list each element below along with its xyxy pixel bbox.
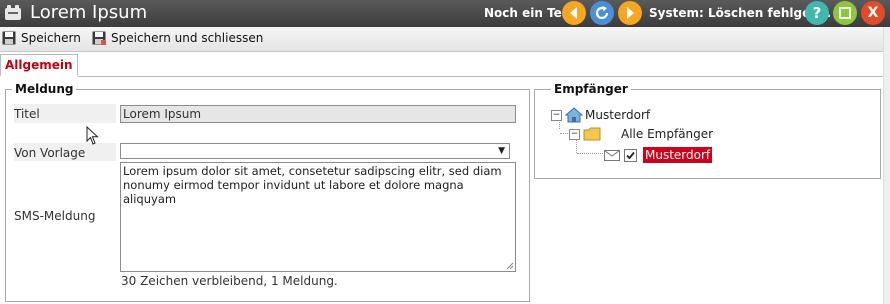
- meldung-legend: Meldung: [12, 82, 77, 96]
- save-close-icon: [92, 31, 106, 45]
- sms-textarea[interactable]: Lorem ipsum dolor sit amet, consetetur s…: [120, 162, 516, 272]
- back-button[interactable]: [562, 1, 586, 25]
- maximize-icon: [839, 7, 851, 19]
- tree-root-label[interactable]: Musterdorf: [585, 108, 650, 122]
- toolbar: Speichern Speichern und schliessen: [0, 27, 890, 52]
- tab-allgemein[interactable]: Allgemein: [0, 54, 78, 77]
- save-disk-icon: [2, 31, 16, 45]
- titel-label: Titel: [14, 107, 40, 121]
- collapse-icon[interactable]: −: [551, 109, 562, 121]
- help-button[interactable]: ?: [805, 1, 829, 25]
- folder-icon: [583, 127, 601, 141]
- envelope-icon: [604, 149, 620, 161]
- close-icon: X: [867, 5, 879, 21]
- save-label: Speichern: [21, 31, 81, 45]
- resize-grip-icon[interactable]: [506, 262, 514, 270]
- sms-text: Lorem ipsum dolor sit amet, consetetur s…: [123, 164, 502, 206]
- vorlage-select[interactable]: ▼: [120, 143, 510, 159]
- close-button[interactable]: X: [861, 1, 885, 25]
- help-icon: ?: [812, 4, 822, 22]
- mouse-pointer-icon: [86, 126, 99, 145]
- vertical-scrollbar[interactable]: [883, 27, 890, 304]
- app-window-icon: [5, 5, 21, 20]
- save-button[interactable]: Speichern: [2, 31, 81, 45]
- chevron-down-icon: ▼: [498, 146, 505, 156]
- home-icon: [565, 107, 583, 123]
- forward-arrow-icon: [627, 7, 634, 19]
- tab-strip: Allgemein: [0, 52, 890, 77]
- forward-button[interactable]: [618, 1, 642, 25]
- title-bar: Lorem Ipsum Noch ein Test System: Lösche…: [0, 0, 890, 27]
- window-title: Lorem Ipsum: [30, 2, 148, 23]
- character-counter: 30 Zeichen verbleibend, 1 Meldung.: [121, 274, 338, 288]
- refresh-icon: [595, 6, 609, 20]
- tree-node-item: Musterdorf: [604, 147, 713, 163]
- tree-group-label[interactable]: Alle Empfänger: [621, 127, 713, 141]
- collapse-icon[interactable]: −: [569, 128, 580, 140]
- tree-line: [577, 153, 603, 154]
- maximize-button[interactable]: [833, 1, 857, 25]
- status-system-text: System: Löschen fehlges...: [649, 6, 832, 20]
- sms-label: SMS-Meldung: [14, 209, 96, 223]
- tree-line: [576, 139, 577, 153]
- save-and-close-label: Speichern und schliessen: [111, 31, 264, 45]
- checkmark-icon: [626, 151, 635, 159]
- tree-item-checkbox[interactable]: [624, 148, 637, 162]
- tree-node-root: − Musterdorf: [551, 107, 650, 123]
- save-and-close-button[interactable]: Speichern und schliessen: [92, 31, 263, 45]
- titel-input[interactable]: Lorem Ipsum: [120, 105, 516, 123]
- tree-item-label[interactable]: Musterdorf: [643, 147, 713, 163]
- back-arrow-icon: [570, 7, 577, 19]
- vorlage-label: Von Vorlage: [14, 146, 86, 160]
- empfaenger-legend: Empfänger: [551, 82, 631, 96]
- refresh-button[interactable]: [590, 1, 614, 25]
- tree-line: [560, 133, 568, 134]
- tree-node-group: − Alle Empfänger: [569, 127, 713, 141]
